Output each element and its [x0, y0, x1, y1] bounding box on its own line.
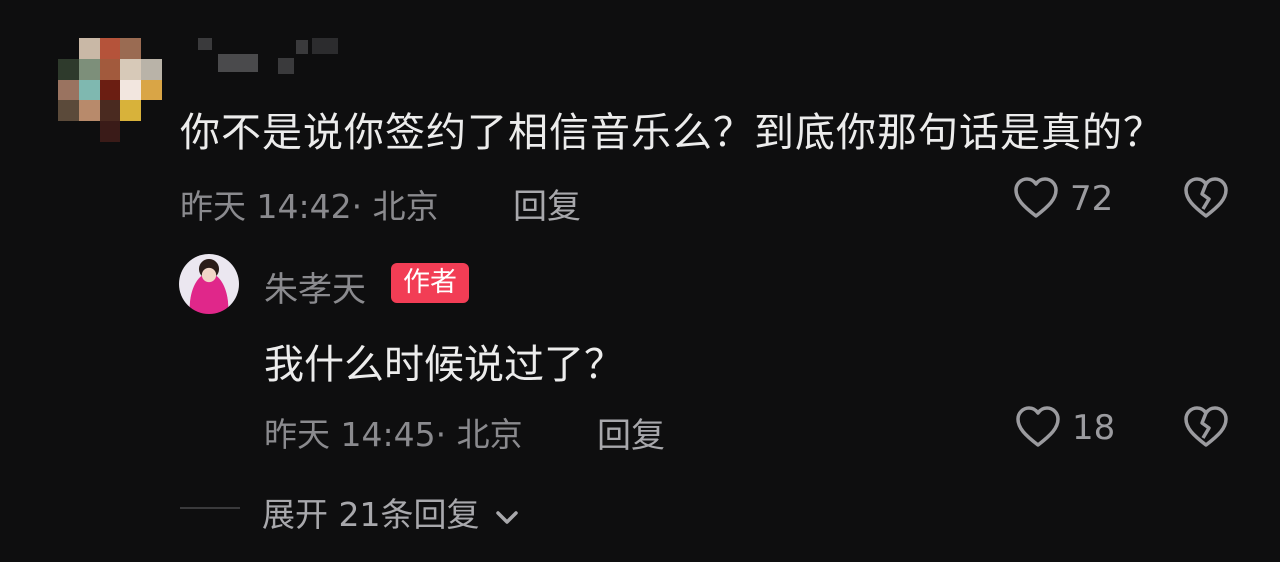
chevron-down-icon [496, 510, 518, 524]
author-badge: 作者 [391, 263, 469, 303]
dislike-heart-broken-icon[interactable] [1183, 176, 1229, 220]
expand-replies-button[interactable]: 展开 21条回复 [262, 488, 520, 536]
expand-replies-label: 展开 21条回复 [262, 495, 480, 534]
reply-reply-button[interactable]: 回复 [597, 408, 665, 457]
heart-icon[interactable] [1013, 176, 1059, 220]
dislike-heart-broken-icon[interactable] [1183, 405, 1229, 449]
reply-like-count: 18 [1072, 408, 1116, 448]
reply-button[interactable]: 回复 [513, 179, 581, 228]
reply-timestamp-location: 昨天 14:45· 北京 [264, 415, 523, 454]
like-count: 72 [1070, 179, 1114, 219]
comment-timestamp-location: 昨天 14:42· 北京 [180, 187, 439, 226]
heart-icon[interactable] [1015, 405, 1061, 449]
comment-text: 你不是说你签约了相信音乐么？到底你那句话是真的？ [180, 110, 1164, 156]
avatar[interactable] [58, 38, 162, 142]
reply-text: 我什么时候说过了？ [264, 342, 624, 388]
author-avatar[interactable] [179, 254, 239, 314]
author-name[interactable]: 朱孝天 [264, 262, 366, 311]
username-redacted[interactable] [198, 34, 348, 78]
divider [180, 507, 240, 509]
